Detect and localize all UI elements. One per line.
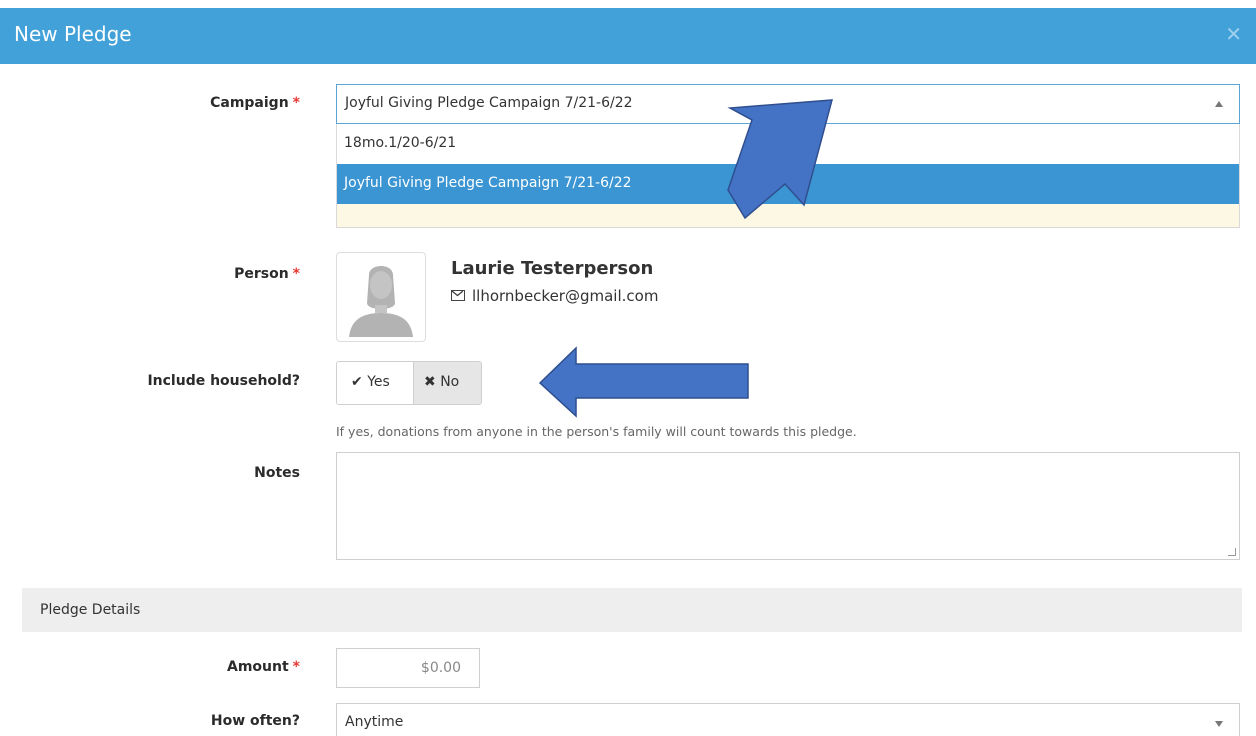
x-icon: ✖ <box>424 374 436 390</box>
pledge-form-page: New Pledge ✕ Campaign * Joyful Giving Ple… <box>0 0 1256 736</box>
campaign-label-text: Campaign <box>210 95 289 111</box>
chevron-down-icon <box>1215 721 1223 727</box>
campaign-option[interactable]: 18mo.1/20-6/21 <box>337 124 1239 164</box>
amount-label: Amount * <box>20 659 300 675</box>
notes-label: Notes <box>254 465 300 481</box>
required-marker: * <box>292 95 300 111</box>
how-often-label: How often? <box>210 713 300 729</box>
chevron-up-icon <box>1215 101 1223 107</box>
how-often-select[interactable]: Anytime <box>336 703 1240 736</box>
modal-title: New Pledge <box>14 22 132 46</box>
section-title: Pledge Details <box>40 602 141 618</box>
campaign-select[interactable]: Joyful Giving Pledge Campaign 7/21-6/22 <box>336 84 1240 124</box>
campaign-dropdown: 18mo.1/20-6/21 Joyful Giving Pledge Camp… <box>336 124 1240 228</box>
person-silhouette-icon <box>341 257 421 337</box>
amount-input[interactable]: $0.00 <box>336 648 480 688</box>
required-marker: * <box>292 266 300 282</box>
close-icon[interactable]: ✕ <box>1225 22 1242 46</box>
household-no-label: No <box>440 374 460 390</box>
campaign-label: Campaign * <box>20 95 300 111</box>
required-marker: * <box>292 659 300 675</box>
household-help-text: If yes, donations from anyone in the per… <box>336 424 857 439</box>
modal-header: New Pledge ✕ <box>0 8 1256 64</box>
amount-label-text: Amount <box>227 659 289 675</box>
person-label: Person * <box>20 266 300 282</box>
notes-textarea[interactable] <box>336 452 1240 560</box>
amount-placeholder: $0.00 <box>420 660 461 676</box>
avatar[interactable] <box>336 252 426 342</box>
campaign-option-selected[interactable]: Joyful Giving Pledge Campaign 7/21-6/22 <box>337 164 1239 204</box>
person-name: Laurie Testerperson <box>451 258 654 279</box>
envelope-icon <box>451 290 465 301</box>
annotation-arrow-icon <box>538 346 749 418</box>
household-yes-button[interactable]: ✔ Yes <box>337 362 413 404</box>
household-no-button[interactable]: ✖ No <box>413 362 481 404</box>
how-often-value: Anytime <box>345 714 404 730</box>
person-label-text: Person <box>234 266 289 282</box>
check-icon: ✔ <box>351 374 363 390</box>
person-email[interactable]: llhornbecker@gmail.com <box>472 287 658 305</box>
resize-handle-icon[interactable] <box>1228 548 1236 556</box>
pledge-details-section-header: Pledge Details <box>22 588 1242 632</box>
campaign-selected-value: Joyful Giving Pledge Campaign 7/21-6/22 <box>345 95 633 111</box>
household-yes-label: Yes <box>367 374 390 390</box>
include-household-toggle: ✔ Yes ✖ No <box>336 361 482 405</box>
include-household-label: Include household? <box>147 373 300 389</box>
